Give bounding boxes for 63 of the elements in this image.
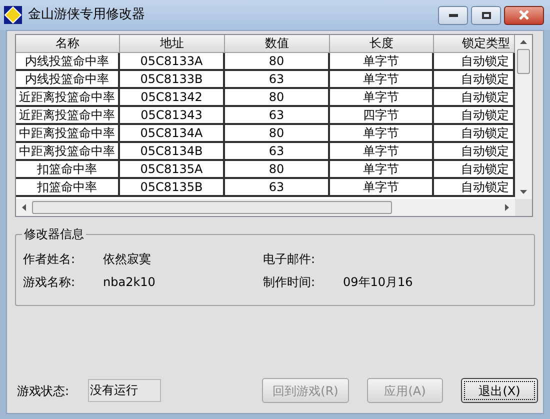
status-label: 游戏状态: bbox=[17, 382, 70, 400]
table-cell: 单字节 bbox=[330, 143, 434, 161]
table-cell: 80 bbox=[225, 89, 330, 107]
table-cell: 单字节 bbox=[330, 161, 434, 179]
scrollbar-thumb[interactable] bbox=[517, 49, 530, 74]
field-value: nba2k10 bbox=[103, 274, 156, 290]
status-field: 没有运行 bbox=[88, 379, 161, 402]
table-cell: 63 bbox=[225, 179, 330, 197]
table-cell: 05C81343 bbox=[120, 107, 225, 125]
action-button[interactable]: 退出(X) bbox=[461, 378, 538, 403]
table-cell: 05C8134A bbox=[120, 125, 225, 143]
table-cell: 扣篮命中率 bbox=[16, 179, 120, 197]
column-header[interactable]: 长度 bbox=[330, 35, 434, 53]
vertical-scrollbar[interactable] bbox=[515, 35, 532, 199]
column-header[interactable]: 地址 bbox=[120, 35, 225, 53]
close-icon bbox=[518, 10, 530, 20]
table-cell: 80 bbox=[225, 125, 330, 143]
close-button[interactable] bbox=[504, 6, 544, 24]
field-label: 作者姓名: bbox=[23, 251, 76, 267]
table-cell: 中距离投篮命中率 bbox=[16, 143, 120, 161]
group-title: 修改器信息 bbox=[22, 226, 86, 242]
table-cell: 05C8135B bbox=[120, 179, 225, 197]
horizontal-scrollbar[interactable] bbox=[16, 199, 532, 216]
table-cell: 单字节 bbox=[330, 53, 434, 71]
table-cell: 内线投篮命中率 bbox=[16, 53, 120, 71]
table-cell: 05C81342 bbox=[120, 89, 225, 107]
table-cell: 中距离投篮命中率 bbox=[16, 125, 120, 143]
field-label: 电子邮件: bbox=[263, 251, 316, 267]
table-cell: 内线投篮命中率 bbox=[16, 71, 120, 89]
table-cell: 扣篮命中率 bbox=[16, 161, 120, 179]
scroll-down-icon[interactable] bbox=[520, 190, 527, 194]
diamond-logo-icon bbox=[4, 6, 22, 24]
table-cell: 05C8133A bbox=[120, 53, 225, 71]
table-cell: 四字节 bbox=[330, 107, 434, 125]
table-cell: 单字节 bbox=[330, 71, 434, 89]
scroll-right-icon[interactable] bbox=[505, 204, 509, 211]
table-cell: 05C8133B bbox=[120, 71, 225, 89]
field-label: 游戏名称: bbox=[23, 274, 76, 290]
table-cell: 单字节 bbox=[330, 89, 434, 107]
column-header[interactable]: 数值 bbox=[225, 35, 330, 53]
table-cell: 80 bbox=[225, 161, 330, 179]
scroll-left-icon[interactable] bbox=[22, 204, 26, 211]
field-value: 依然寂寞 bbox=[103, 251, 152, 267]
table-cell: 近距离投篮命中率 bbox=[16, 107, 120, 125]
table-cell: 近距离投篮命中率 bbox=[16, 89, 120, 107]
table-cell: 80 bbox=[225, 53, 330, 71]
field-value: 09年10月16 bbox=[343, 274, 414, 290]
table-cell: 63 bbox=[225, 71, 330, 89]
window-title: 金山游侠专用修改器 bbox=[28, 6, 145, 24]
scrollbar-corner bbox=[515, 199, 532, 216]
maximize-button[interactable] bbox=[471, 6, 501, 24]
table-cell: 63 bbox=[225, 143, 330, 161]
table-cell: 05C8135A bbox=[120, 161, 225, 179]
column-header[interactable]: 锁定类型 bbox=[434, 35, 515, 53]
table-cell: 单字节 bbox=[330, 179, 434, 197]
table-cell: 63 bbox=[225, 107, 330, 125]
minimize-button[interactable] bbox=[438, 6, 468, 24]
table-cell: 05C8134B bbox=[120, 143, 225, 161]
field-label: 制作时间: bbox=[263, 274, 316, 290]
column-header[interactable]: 名称 bbox=[16, 35, 120, 53]
scroll-up-icon[interactable] bbox=[520, 40, 527, 44]
table-cell: 单字节 bbox=[330, 125, 434, 143]
scrollbar-thumb[interactable] bbox=[32, 201, 392, 214]
